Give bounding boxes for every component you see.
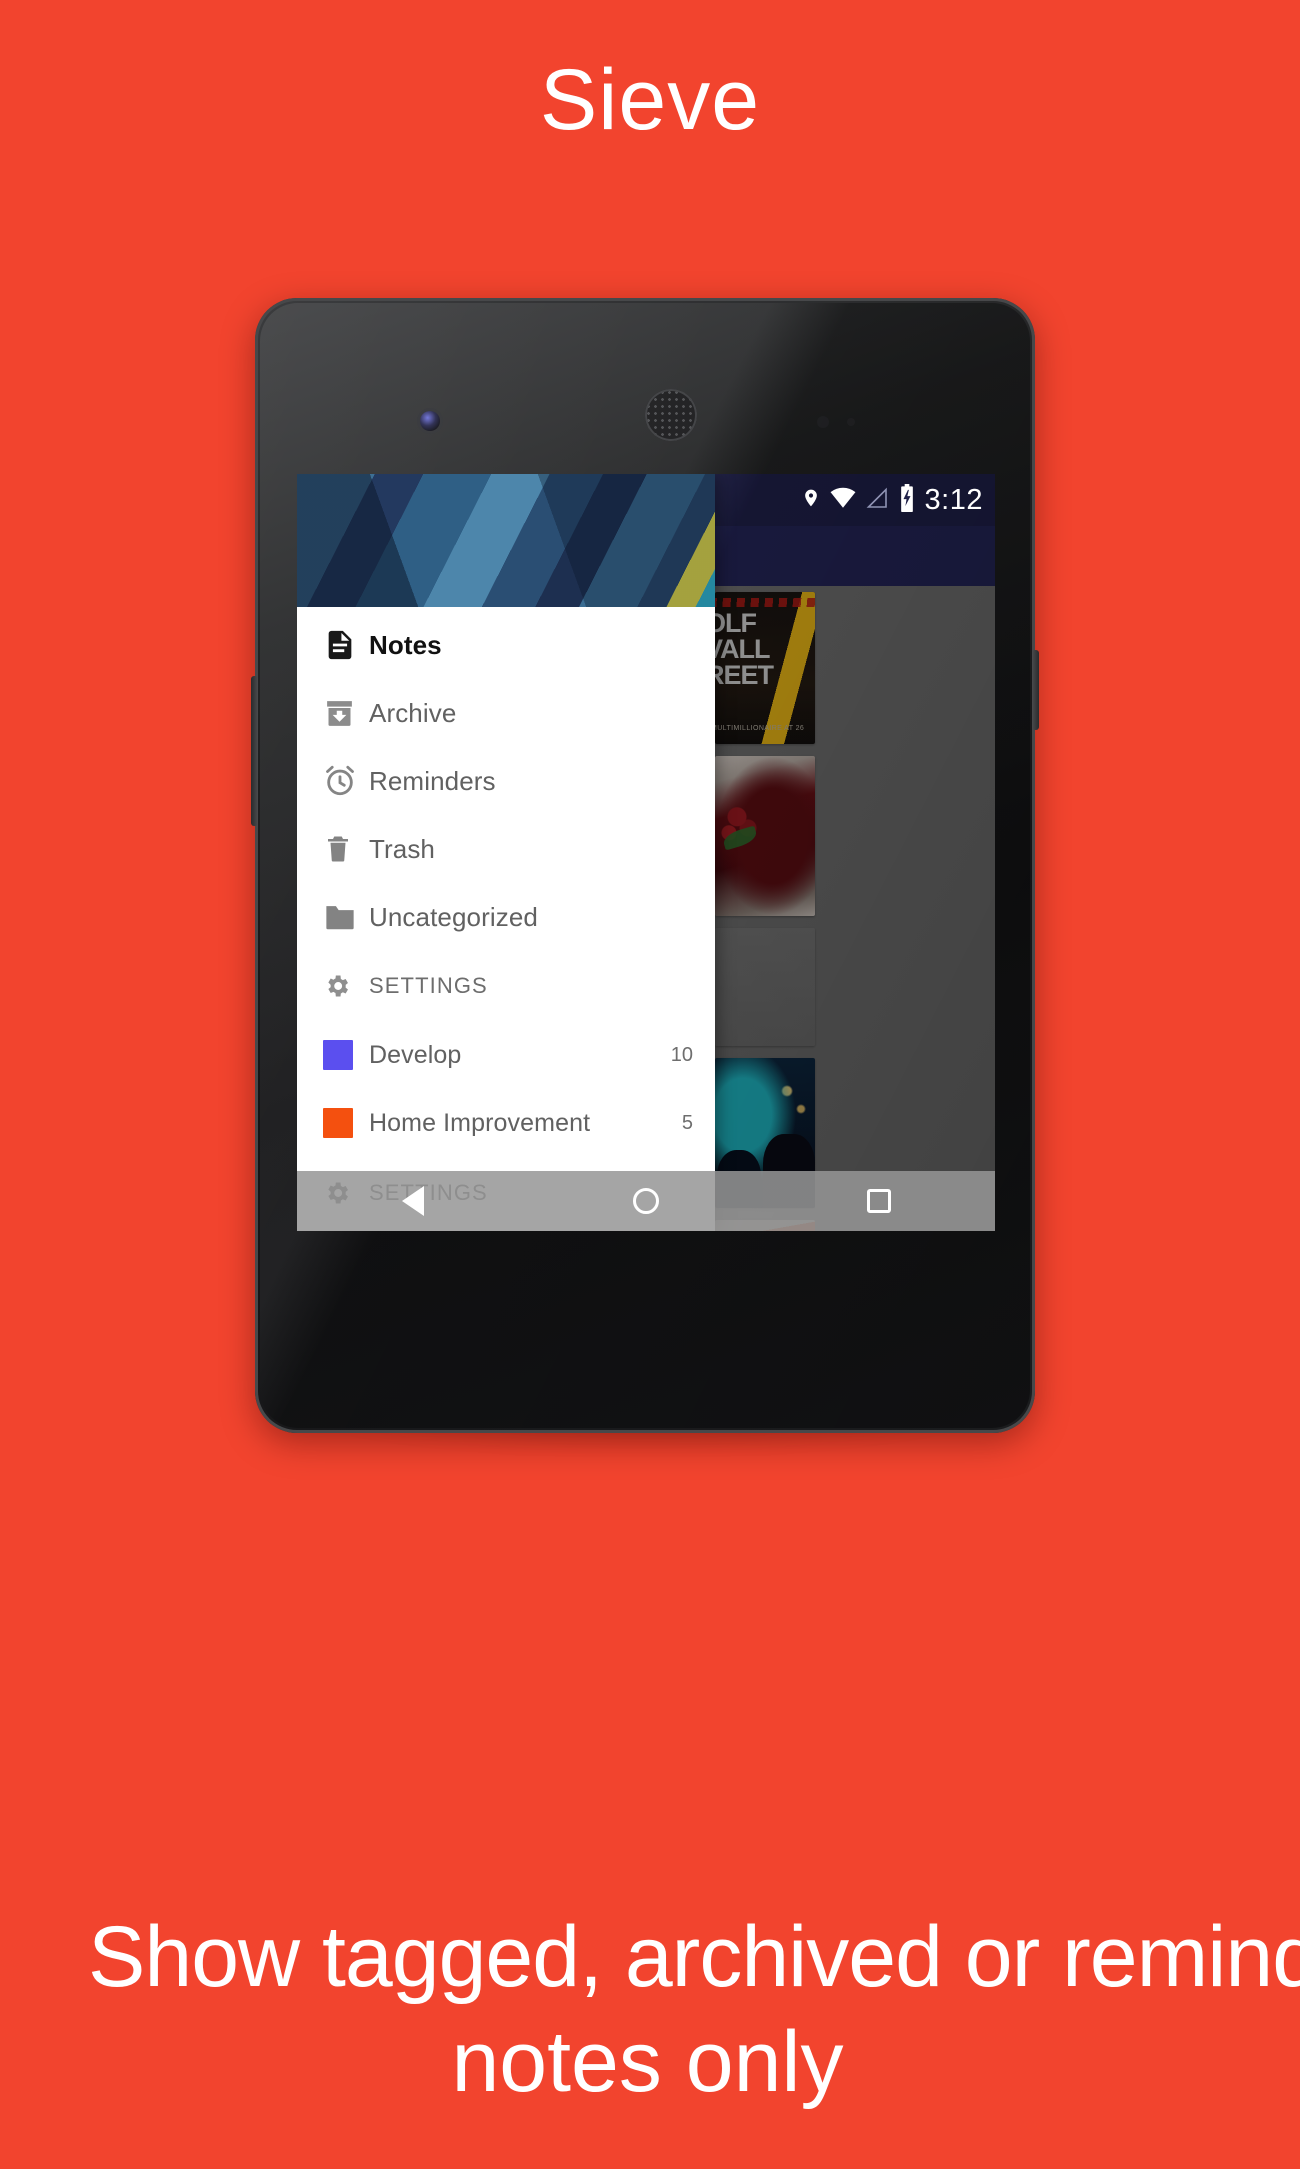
navigation-drawer[interactable]: Notes Archive Reminders Trash Uncategori… [297,474,715,1231]
poster-title: OLF VALL REET [715,608,774,691]
nav-back-button[interactable] [373,1171,453,1231]
promo-caption-line-2: notes only [451,2013,844,2110]
status-bar-clock: 3:12 [924,483,983,516]
drawer-tag-count: 10 [670,1043,693,1066]
nav-home-button[interactable] [606,1171,686,1231]
system-navigation-bar[interactable] [297,1171,995,1231]
proximity-sensor-icon [817,416,829,428]
volume-button[interactable] [251,676,258,826]
poster-scribble-decoration [715,598,815,607]
phone-body: OLF VALL REET MULTIMILLIONAIRE AT 26 [255,298,1035,1433]
notes-list[interactable]: OLF VALL REET MULTIMILLIONAIRE AT 26 [715,592,815,1231]
note-document-icon [323,627,369,663]
promo-caption-line-1: Show tagged, archived or reminder [88,1909,1300,2005]
archive-box-icon [323,697,369,730]
drawer-section-label: SETTINGS [369,973,488,998]
cell-signal-icon [865,487,889,514]
gear-icon [323,972,369,1000]
drawer-tag-count: 5 [681,1111,693,1134]
drawer-section-settings[interactable]: SETTINGS [297,951,715,1021]
device-mockup: OLF VALL REET MULTIMILLIONAIRE AT 26 [251,298,1039,1448]
battery-charging-icon [898,483,916,517]
location-pin-icon [801,485,821,516]
drawer-item-label: Reminders [369,765,496,796]
note-thumb-cranberry-sauce [715,756,815,916]
leaf-decoration [721,825,759,851]
note-card[interactable] [715,756,815,916]
drawer-item-label: Archive [369,697,457,728]
note-thumb-wolf-of-wall-street: OLF VALL REET MULTIMILLIONAIRE AT 26 [715,592,815,744]
drawer-item-notes[interactable]: Notes [297,611,715,679]
alarm-clock-icon [323,764,369,798]
promo-caption: Show tagged, archived or reminder notes … [0,1905,1300,2115]
status-bar: 3:12 [297,474,995,526]
drawer-tag-develop[interactable]: Develop 10 [297,1021,715,1089]
page-title: Sieve [539,52,761,148]
square-recents-icon [866,1189,891,1213]
note-card[interactable] [715,928,815,1046]
poster-subtitle: MULTIMILLIONAIRE AT 26 [715,725,805,732]
drawer-tag-home-improvement[interactable]: Home Improvement 5 [297,1089,715,1157]
drawer-item-uncategorized[interactable]: Uncategorized [297,883,715,951]
drawer-item-trash[interactable]: Trash [297,815,715,883]
phone-screen: OLF VALL REET MULTIMILLIONAIRE AT 26 [297,474,995,1231]
wifi-icon [830,487,856,514]
note-thumb-blank-gray [715,928,815,1046]
drawer-item-reminders[interactable]: Reminders [297,747,715,815]
triangle-back-icon [402,1186,425,1216]
drawer-tag-label: Develop [369,1040,462,1069]
tag-color-swatch [323,1040,369,1070]
drawer-item-label: Trash [369,833,435,864]
drawer-item-archive[interactable]: Archive [297,679,715,747]
drawer-item-label: Uncategorized [369,901,538,932]
trash-can-icon [323,832,369,866]
drawer-item-label: Notes [369,629,442,660]
folder-icon [323,902,369,932]
circle-home-icon [632,1188,659,1214]
power-button[interactable] [1032,650,1039,730]
light-sensor-icon [847,418,855,426]
tag-color-swatch [323,1108,369,1138]
drawer-item-list[interactable]: Notes Archive Reminders Trash Uncategori… [297,607,715,1231]
drawer-tag-label: Home Improvement [369,1108,591,1137]
nav-recents-button[interactable] [839,1171,919,1231]
earpiece-speaker-icon [645,389,697,441]
note-card[interactable]: OLF VALL REET MULTIMILLIONAIRE AT 26 [715,592,815,744]
front-camera-icon [420,411,440,431]
